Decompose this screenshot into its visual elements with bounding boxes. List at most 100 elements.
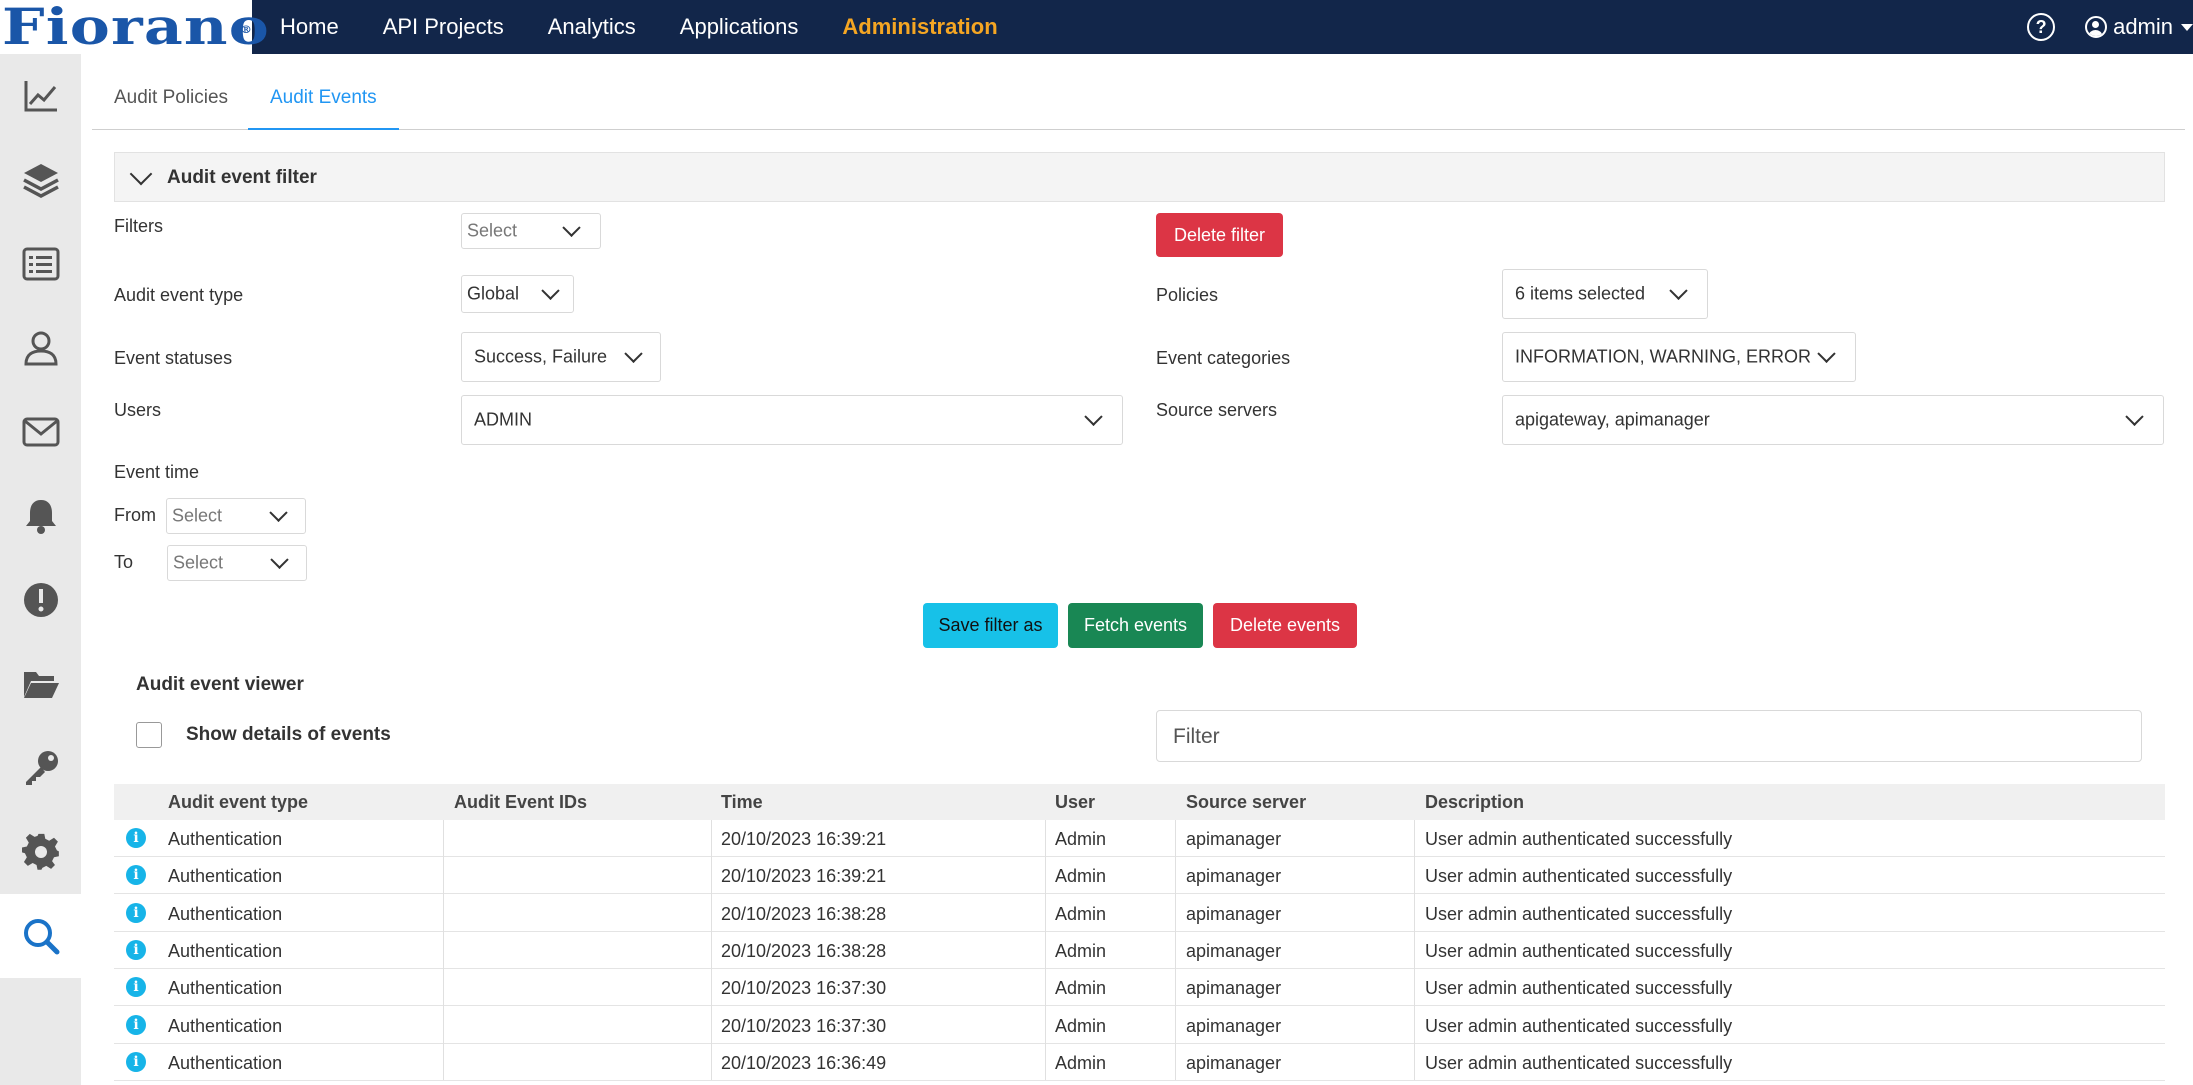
column-header-user[interactable]: User — [1055, 792, 1095, 813]
sidebar-item-layers[interactable] — [0, 138, 81, 222]
events-filter-input[interactable]: Filter — [1156, 710, 2142, 762]
source-servers-select[interactable]: apigateway, apimanager — [1502, 395, 2164, 445]
source-servers-value: apigateway, apimanager — [1515, 409, 1710, 430]
cell-time: 20/10/2023 16:39:21 — [721, 829, 887, 849]
to-time-value: Select — [173, 552, 224, 573]
chevron-down-icon — [541, 281, 560, 300]
cell-user: Admin — [1055, 866, 1107, 887]
filters-select[interactable]: Select — [461, 213, 601, 249]
sidebar-item-audit-search[interactable] — [0, 894, 81, 978]
nav-administration[interactable]: Administration — [842, 14, 997, 40]
from-time-value: Select — [172, 505, 223, 526]
cell-time: 20/10/2023 16:38:28 — [721, 940, 887, 961]
sidebar-item-settings[interactable] — [0, 810, 81, 894]
table-row[interactable]: i Authentication 20/10/2023 16:39:21 Admin a… — [114, 820, 2165, 857]
main-content: Audit Policies Audit Events Audit event … — [92, 54, 2193, 1085]
cell-audit-event-type: Authentication — [168, 829, 283, 849]
info-icon[interactable]: i — [126, 865, 146, 886]
table-row[interactable]: i Authentication 20/10/2023 16:36:49 Admin a… — [114, 1044, 2165, 1081]
column-header-audit-event-type[interactable]: Audit event type — [168, 792, 308, 813]
cell-source-server: apimanager — [1186, 1015, 1282, 1036]
nav-applications[interactable]: Applications — [680, 14, 799, 40]
show-details-checkbox[interactable] — [136, 722, 162, 748]
table-row[interactable]: i Authentication 20/10/2023 16:37:30 Admin a… — [114, 1007, 2165, 1044]
chevron-down-icon — [562, 218, 581, 237]
cell-time: 20/10/2023 16:38:28 — [721, 903, 887, 924]
event-categories-select[interactable]: INFORMATION, WARNING, ERROR — [1502, 332, 1856, 382]
filters-label: Filters — [114, 216, 163, 236]
policies-select[interactable]: 6 items selected — [1502, 269, 1708, 319]
column-header-description[interactable]: Description — [1425, 792, 1524, 813]
from-time-select[interactable]: Select — [166, 498, 306, 534]
sidebar-item-notifications[interactable] — [0, 474, 81, 558]
user-icon — [23, 331, 58, 366]
table-row[interactable]: i Authentication 20/10/2023 16:39:21 Admin a… — [114, 857, 2165, 895]
nav-home[interactable]: Home — [280, 14, 339, 40]
user-menu-label[interactable]: admin — [2113, 14, 2173, 40]
registered-mark: ® — [240, 25, 254, 36]
sidebar-item-folders[interactable] — [0, 642, 81, 726]
logo-text: Fiorano — [2, 0, 270, 56]
column-header-source-server[interactable]: Source server — [1186, 792, 1306, 813]
sidebar-item-users[interactable] — [0, 306, 81, 390]
info-icon[interactable]: i — [126, 939, 146, 960]
nav-api-projects[interactable]: API Projects — [383, 14, 504, 40]
users-select[interactable]: ADMIN — [461, 395, 1123, 445]
fiorano-logo[interactable]: Fiorano ® — [0, 0, 269, 54]
column-divider — [711, 820, 712, 1080]
user-avatar-icon[interactable] — [2085, 16, 2108, 38]
table-row[interactable]: i Authentication 20/10/2023 16:38:28 Admin a… — [114, 932, 2165, 969]
cell-user: Admin — [1055, 829, 1107, 849]
tab-audit-policies[interactable]: Audit Policies — [92, 54, 250, 130]
chart-line-icon — [24, 81, 57, 112]
cell-source-server: apimanager — [1186, 903, 1282, 924]
policies-label: Policies — [1156, 285, 1219, 305]
save-filter-as-button[interactable]: Save filter as — [923, 603, 1058, 648]
sidebar-item-mail[interactable] — [0, 390, 81, 474]
column-header-audit-event-ids[interactable]: Audit Event IDs — [454, 792, 587, 813]
user-menu-caret-icon[interactable] — [2181, 23, 2193, 31]
sidebar-item-list[interactable] — [0, 222, 81, 306]
delete-events-button[interactable]: Delete events — [1213, 603, 1357, 648]
cell-description: User admin authenticated successfully — [1425, 1052, 1733, 1073]
help-icon[interactable]: ? — [2027, 13, 2056, 41]
info-icon[interactable]: i — [126, 828, 146, 848]
cell-description: User admin authenticated successfully — [1425, 940, 1733, 961]
audit-event-filter-header[interactable]: Audit event filter — [114, 152, 2165, 202]
alert-icon — [23, 583, 58, 617]
event-statuses-value: Success, Failure — [474, 346, 608, 367]
sidebar-item-alerts[interactable] — [0, 558, 81, 642]
gear-icon — [21, 833, 59, 870]
main-nav: Home API Projects Analytics Applications… — [280, 0, 1042, 54]
users-select-value: ADMIN — [474, 409, 532, 430]
info-icon[interactable]: i — [126, 902, 146, 923]
layers-icon — [22, 164, 59, 198]
sidebar-item-keys[interactable] — [0, 726, 81, 810]
info-icon[interactable]: i — [126, 977, 146, 998]
delete-filter-button[interactable]: Delete filter — [1156, 213, 1283, 257]
nav-analytics[interactable]: Analytics — [548, 14, 636, 40]
fetch-events-button[interactable]: Fetch events — [1068, 603, 1203, 648]
cell-audit-event-type: Authentication — [168, 940, 283, 961]
column-divider — [443, 820, 444, 1080]
cell-time: 20/10/2023 16:39:21 — [721, 866, 887, 887]
sidebar-item-analytics[interactable] — [0, 54, 81, 138]
cell-time: 20/10/2023 16:37:30 — [721, 978, 887, 999]
cell-user: Admin — [1055, 978, 1107, 999]
audit-event-type-select[interactable]: Global — [461, 275, 574, 313]
table-row[interactable]: i Authentication 20/10/2023 16:38:28 Admin a… — [114, 895, 2165, 932]
event-statuses-select[interactable]: Success, Failure — [461, 332, 661, 382]
tab-audit-events[interactable]: Audit Events — [248, 54, 399, 130]
event-time-label: Event time — [114, 462, 200, 482]
info-icon[interactable]: i — [126, 1014, 146, 1035]
info-icon[interactable]: i — [126, 1051, 146, 1072]
cell-description: User admin authenticated successfully — [1425, 866, 1733, 887]
sidebar — [0, 54, 81, 1085]
cell-description: User admin authenticated successfully — [1425, 829, 1733, 849]
to-time-select[interactable]: Select — [167, 545, 307, 581]
table-row[interactable]: i Authentication 20/10/2023 16:37:30 Admin a… — [114, 969, 2165, 1007]
cell-audit-event-type: Authentication — [168, 903, 283, 924]
users-label: Users — [114, 400, 162, 420]
column-header-time[interactable]: Time — [721, 792, 763, 813]
cell-source-server: apimanager — [1186, 829, 1282, 849]
